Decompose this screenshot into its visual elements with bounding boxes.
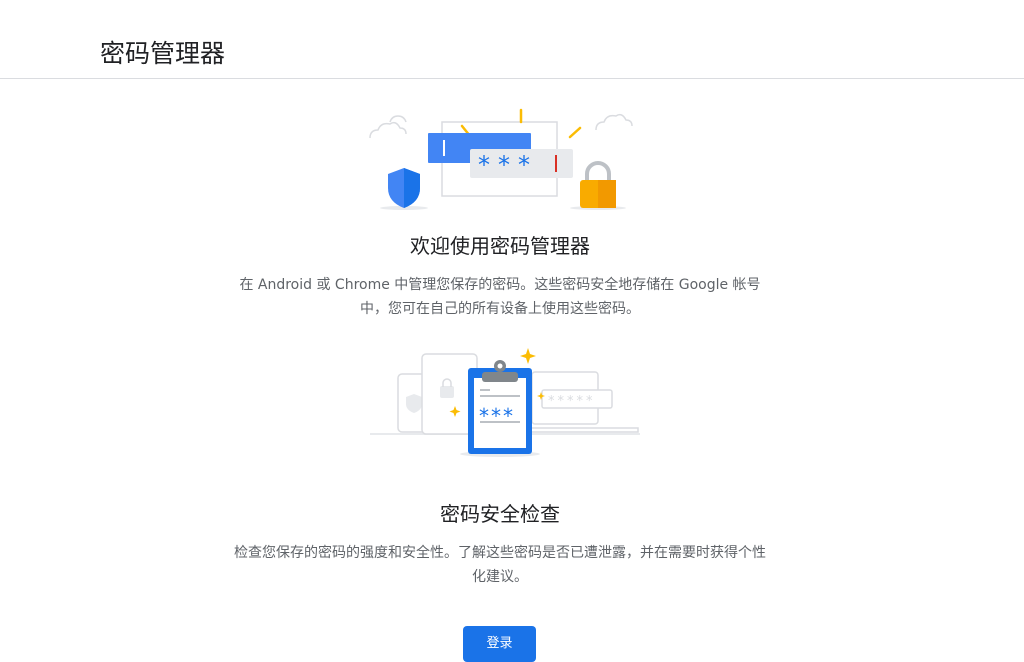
lock-icon [570, 161, 626, 210]
sign-in-button[interactable]: 登录 [463, 626, 536, 662]
welcome-title: 欢迎使用密码管理器 [410, 234, 590, 258]
page-title: 密码管理器 [100, 39, 226, 68]
clipboard-password-mask-text: *** [479, 404, 515, 428]
cloud-icon [369, 115, 407, 139]
page-header: 密码管理器 [0, 0, 1024, 79]
shield-icon [380, 168, 428, 210]
checkup-description: 检查您保存的密码的强度和安全性。了解这些密码是否已遭泄露，并在需要时获得个性化建… [234, 545, 766, 585]
password-checkup-illustration: ***** *** [370, 348, 640, 457]
password-manager-illustration: *** [369, 108, 633, 210]
checkup-title: 密码安全检查 [440, 502, 560, 526]
welcome-description: 在 Android 或 Chrome 中管理您保存的密码。这些密码安全地存储在 … [239, 277, 761, 317]
password-mask-text: *** [478, 151, 538, 179]
cloud-icon [595, 113, 633, 131]
laptop-password-mask-text: ***** [548, 394, 596, 409]
